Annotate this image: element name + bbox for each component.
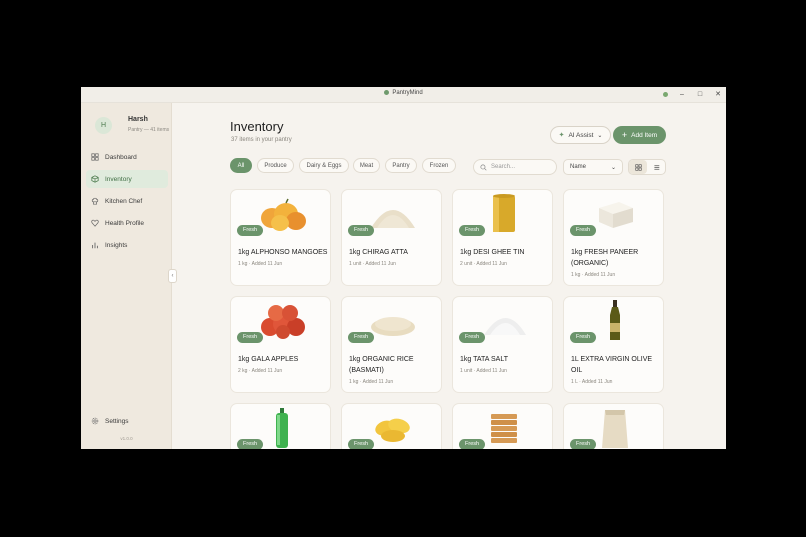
item-card[interactable]: Fresh 1kg DESI GHEE TIN 2 unit · Added 1…	[452, 189, 553, 286]
status-badge: Fresh	[459, 439, 486, 449]
user-subtitle: Pantry — 41 items	[128, 127, 170, 133]
item-card[interactable]: Fresh	[341, 403, 442, 449]
grid-icon	[634, 163, 642, 171]
main-content: Inventory 37 items in your pantry ✦ AI A…	[173, 103, 726, 449]
item-card[interactable]: Fresh	[230, 403, 331, 449]
status-badge: Fresh	[348, 225, 375, 236]
item-name: 1kg DESI GHEE TIN	[460, 249, 525, 256]
item-card[interactable]: Fresh 1kg FRESH PANEER (ORGANIC) 1 kg · …	[563, 189, 664, 286]
minimize-button[interactable]: –	[678, 90, 686, 99]
item-meta: 1 unit · Added 11 Jun	[460, 368, 507, 374]
chevron-down-icon: ⌄	[610, 164, 616, 171]
item-name: 1kg TATA SALT	[460, 356, 508, 363]
sidebar: H Harsh Pantry — 41 items Dashboard Inve…	[81, 103, 172, 449]
item-meta: 1 L · Added 11 Jun	[571, 379, 613, 385]
item-card[interactable]: Fresh 1kg CHIRAG ATTA 1 unit · Added 11 …	[341, 189, 442, 286]
maximize-button[interactable]: □	[696, 90, 704, 99]
window-title: PantryMind	[81, 90, 726, 96]
filter-chip-produce[interactable]: Produce	[257, 158, 294, 173]
item-meta: 1 kg · Added 11 Jun	[238, 261, 283, 267]
avatar: H	[95, 117, 112, 134]
status-badge: Fresh	[237, 332, 264, 343]
item-card[interactable]: Fresh 1L EXTRA VIRGIN OLIVE OIL 1 L · Ad…	[563, 296, 664, 393]
ai-assist-button[interactable]: ✦ AI Assist ⌄	[550, 126, 611, 144]
item-card[interactable]: Fresh 1kg GALA APPLES 2 kg · Added 11 Ju…	[230, 296, 331, 393]
status-badge: Fresh	[570, 439, 597, 449]
view-toggle	[628, 159, 666, 175]
item-card[interactable]: Fresh 1kg ALPHONSO MANGOES 1 kg · Added …	[230, 189, 331, 286]
status-badge: Fresh	[348, 332, 375, 343]
page-subtitle: 37 items in your pantry	[231, 137, 292, 143]
search-icon	[480, 163, 487, 171]
list-icon	[653, 164, 659, 170]
item-card[interactable]: Fresh 1kg ORGANIC RICE (BASMATI) 1 kg · …	[341, 296, 442, 393]
page-title: Inventory	[230, 119, 284, 134]
heart-icon	[91, 219, 99, 227]
item-card[interactable]: Fresh	[563, 403, 664, 449]
sort-select[interactable]: Name ⌄	[563, 159, 623, 175]
item-card[interactable]: Fresh	[452, 403, 553, 449]
item-meta: 1 kg · Added 11 Jun	[349, 379, 394, 385]
status-badge: Fresh	[237, 225, 264, 236]
status-badge: Fresh	[348, 439, 375, 449]
sidebar-item-inventory[interactable]: Inventory	[86, 170, 168, 188]
user-profile[interactable]: H Harsh Pantry — 41 items	[95, 116, 170, 143]
filter-chip-pantry[interactable]: Pantry	[385, 158, 417, 173]
list-view-button[interactable]	[647, 160, 665, 174]
filter-chip-all[interactable]: All	[230, 158, 252, 173]
item-meta: 2 kg · Added 11 Jun	[238, 368, 283, 374]
sidebar-item-insights[interactable]: Insights	[86, 236, 168, 254]
search-field[interactable]: Search...	[473, 159, 557, 175]
item-name: 1kg ALPHONSO MANGOES	[238, 249, 328, 256]
item-name: 1kg ORGANIC RICE (BASMATI)	[349, 356, 414, 374]
sidebar-item-settings[interactable]: Settings	[86, 412, 168, 430]
app-window: PantryMind – □ ✕ H Harsh Pantry — 41 ite…	[81, 87, 726, 449]
filter-chip-frozen[interactable]: Frozen	[422, 158, 456, 173]
item-name: 1kg GALA APPLES	[238, 356, 299, 363]
user-name: Harsh	[128, 116, 148, 123]
item-name: 1kg CHIRAG ATTA	[349, 249, 408, 256]
item-card[interactable]: Fresh 1kg TATA SALT 1 unit · Added 11 Ju…	[452, 296, 553, 393]
chef-hat-icon	[91, 197, 99, 205]
bar-chart-icon	[91, 241, 99, 249]
item-meta: 1 unit · Added 11 Jun	[349, 261, 396, 267]
close-button[interactable]: ✕	[714, 90, 722, 99]
filter-chip-dairy-eggs[interactable]: Dairy & Eggs	[299, 158, 349, 173]
plus-icon: +	[621, 130, 628, 140]
filter-chip-meat[interactable]: Meat	[353, 158, 380, 173]
sidebar-item-health-profile[interactable]: Health Profile	[86, 214, 168, 232]
app-logo-icon	[384, 90, 390, 95]
status-badge: Fresh	[237, 439, 264, 449]
item-name: 1kg FRESH PANEER (ORGANIC)	[571, 249, 639, 267]
grid-icon	[91, 153, 99, 161]
item-meta: 1 kg · Added 11 Jun	[571, 272, 616, 278]
box-icon	[91, 175, 99, 183]
status-indicator-icon	[663, 92, 668, 97]
chevron-down-icon: ⌄	[597, 132, 603, 139]
item-meta: 2 unit · Added 11 Jun	[460, 261, 507, 267]
gear-icon	[91, 417, 99, 425]
status-badge: Fresh	[570, 332, 597, 343]
item-name: 1L EXTRA VIRGIN OLIVE OIL	[571, 356, 653, 374]
sparkle-icon: ✦	[558, 132, 565, 139]
app-version: v1.0.0	[120, 436, 133, 441]
search-placeholder: Search...	[491, 164, 516, 170]
status-badge: Fresh	[459, 332, 486, 343]
sidebar-item-kitchen-chef[interactable]: Kitchen Chef	[86, 192, 168, 210]
add-item-button[interactable]: + Add Item	[613, 126, 666, 144]
status-badge: Fresh	[459, 225, 486, 236]
sidebar-item-dashboard[interactable]: Dashboard	[86, 148, 168, 166]
grid-view-button[interactable]	[629, 160, 647, 174]
status-badge: Fresh	[570, 225, 597, 236]
title-bar: PantryMind – □ ✕	[81, 87, 726, 103]
